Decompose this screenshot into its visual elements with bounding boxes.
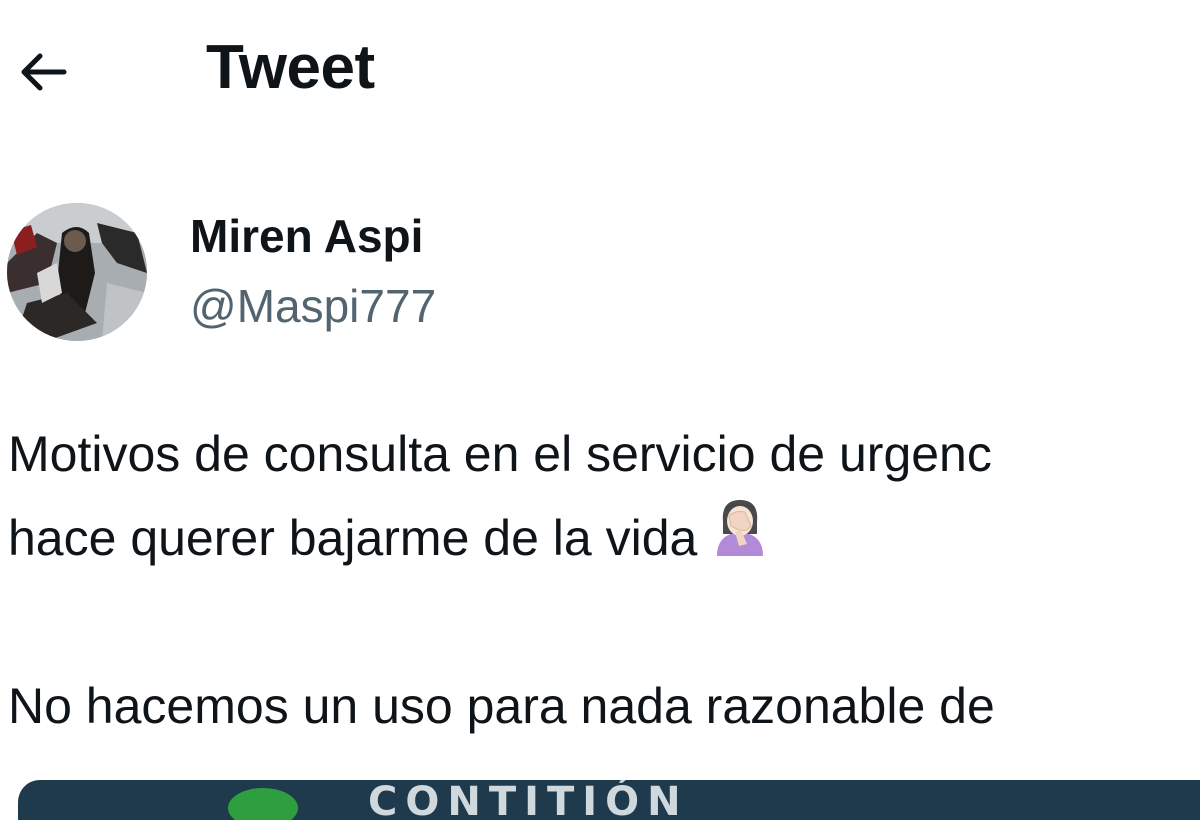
tweet-line-text: Motivos de consulta en el servicio de ur… bbox=[8, 426, 992, 482]
tweet-line: hace querer bajarme de la vida bbox=[8, 496, 1200, 580]
author-display-name[interactable]: Miren Aspi bbox=[190, 207, 423, 265]
tweet-text: Motivos de consulta en el servicio de ur… bbox=[8, 412, 1200, 742]
paragraph-break bbox=[8, 580, 1200, 664]
page-title: Tweet bbox=[206, 33, 375, 102]
arrow-left-icon bbox=[21, 53, 67, 91]
back-button[interactable] bbox=[10, 40, 74, 104]
tweet-line: No hacemos un uso para nada razonable de bbox=[8, 664, 1200, 742]
tweet-header: Tweet bbox=[0, 0, 1200, 140]
tweet-line: Motivos de consulta en el servicio de ur… bbox=[8, 412, 1200, 496]
tweet-line-text: No hacemos un uso para nada razonable de bbox=[8, 678, 995, 734]
tweet-line-text: hace querer bajarme de la vida bbox=[8, 510, 698, 566]
avatar[interactable] bbox=[7, 203, 147, 341]
tweet-media[interactable]: CONTITIÓN bbox=[18, 780, 1200, 820]
author-handle[interactable]: @Maspi777 bbox=[190, 277, 436, 335]
tweet-author: Miren Aspi @Maspi777 bbox=[0, 195, 1200, 345]
media-logo-badge bbox=[228, 788, 298, 820]
woman-facepalming-icon bbox=[711, 496, 769, 581]
media-overlay-text: CONTITIÓN bbox=[368, 780, 689, 820]
